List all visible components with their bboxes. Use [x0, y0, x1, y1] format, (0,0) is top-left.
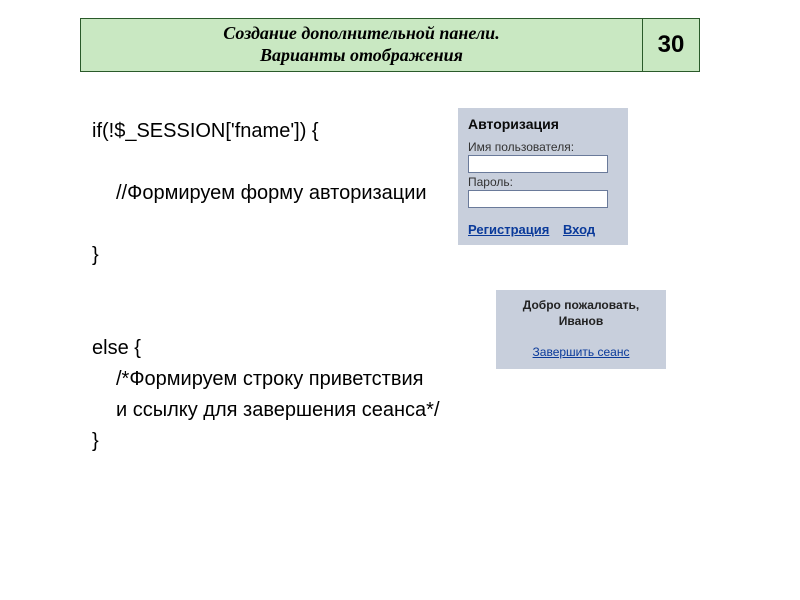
- login-link[interactable]: Вход: [563, 222, 595, 237]
- slide-title: Создание дополнительной панели. Варианты…: [81, 19, 642, 71]
- code-line: if(!$_SESSION['fname']) {: [92, 116, 440, 147]
- code-line: }: [92, 426, 440, 457]
- logout-link[interactable]: Завершить сеанс: [502, 345, 660, 359]
- welcome-line2: Иванов: [502, 314, 660, 330]
- code-line: /*Формируем строку приветствия: [92, 364, 440, 395]
- password-label: Пароль:: [468, 175, 618, 189]
- slide-header: Создание дополнительной панели. Варианты…: [80, 18, 700, 72]
- username-input[interactable]: [468, 155, 608, 173]
- code-line: и ссылку для завершения сеанса*/: [92, 395, 440, 426]
- auth-heading: Авторизация: [458, 108, 628, 138]
- code-line: //Формируем форму авторизации: [92, 178, 440, 209]
- username-label: Имя пользователя:: [468, 140, 618, 154]
- slide-title-line1: Создание дополнительной панели.: [223, 23, 499, 45]
- auth-body: Имя пользователя: Пароль:: [458, 140, 628, 216]
- code-line: }: [92, 240, 440, 271]
- password-input[interactable]: [468, 190, 608, 208]
- slide-title-line2: Варианты отображения: [260, 45, 463, 67]
- auth-footer: Регистрация Вход: [458, 216, 628, 245]
- welcome-text: Добро пожаловать, Иванов: [502, 298, 660, 329]
- code-block: if(!$_SESSION['fname']) { //Формируем фо…: [92, 116, 440, 457]
- welcome-panel: Добро пожаловать, Иванов Завершить сеанс: [496, 290, 666, 369]
- welcome-line1: Добро пожаловать,: [502, 298, 660, 314]
- slide-number: 30: [642, 19, 699, 71]
- code-line: else {: [92, 333, 440, 364]
- register-link[interactable]: Регистрация: [468, 222, 549, 237]
- auth-panel: Авторизация Имя пользователя: Пароль: Ре…: [458, 108, 628, 245]
